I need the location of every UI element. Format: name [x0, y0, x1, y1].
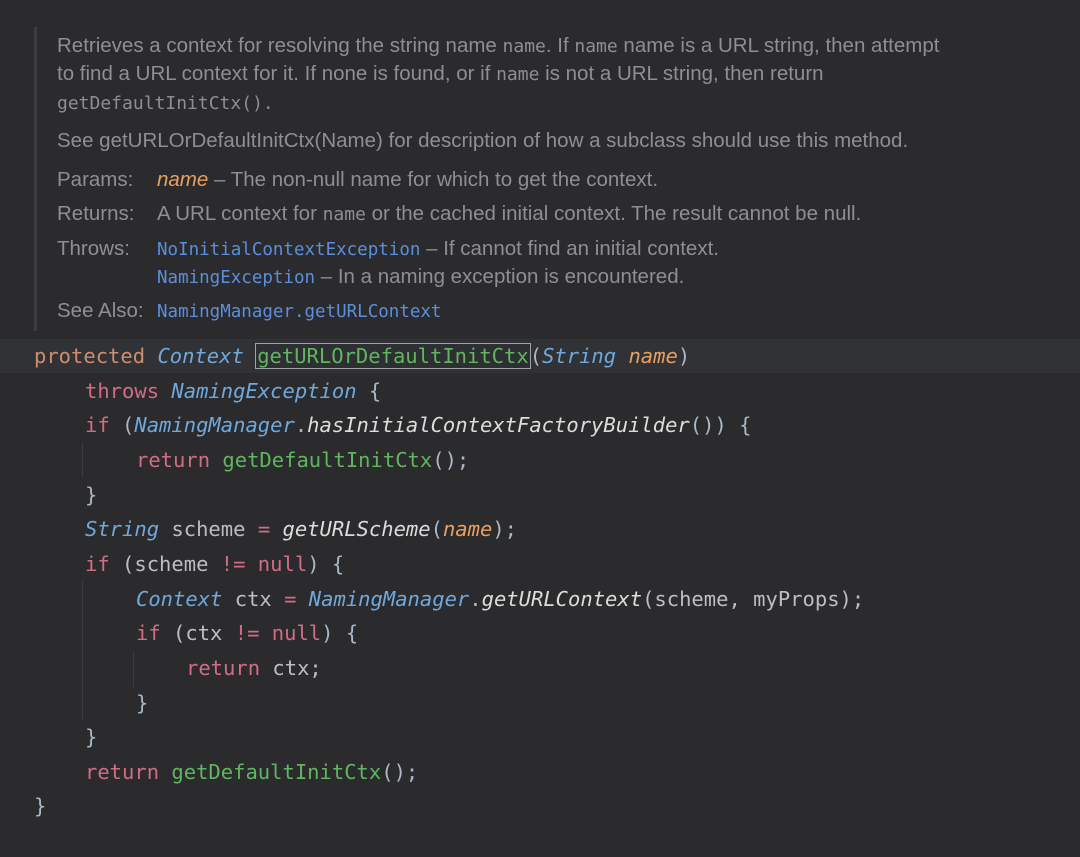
throws-value-2: NamingException – In a naming exception …	[157, 265, 685, 288]
javadoc-block: Retrieves a context for resolving the st…	[34, 27, 1077, 331]
param-name: name	[157, 168, 209, 191]
code-line-close-brace[interactable]: }	[0, 478, 1080, 512]
returns-label: Returns:	[57, 202, 135, 225]
returns-value: A URL context for name or the cached ini…	[157, 202, 862, 225]
link-naming-exception[interactable]: NamingException	[157, 268, 315, 288]
throws-value-1: NoInitialContextException – If cannot fi…	[157, 237, 719, 260]
code-line-return-default[interactable]: return getDefaultInitCtx();	[0, 443, 1080, 477]
code-line-return-ctx[interactable]: return ctx;	[0, 651, 1080, 685]
code-line-if-builder[interactable]: if (NamingManager.hasInitialContextFacto…	[0, 408, 1080, 442]
see-also-label: See Also:	[57, 299, 144, 322]
code-line-scheme[interactable]: String scheme = getURLScheme(name);	[0, 512, 1080, 546]
code-line-close-brace[interactable]: }	[0, 686, 1080, 720]
doc-description-line-2: to find a URL context for it. If none is…	[57, 62, 824, 85]
code-line-signature[interactable]: protected Context getURLOrDefaultInitCtx…	[0, 339, 1080, 373]
code-line-if-scheme[interactable]: if (scheme != null) {	[0, 547, 1080, 581]
doc-description-line-3: getDefaultInitCtx().	[57, 93, 274, 114]
params-value: name – The non-null name for which to ge…	[157, 168, 659, 191]
throws-label: Throws:	[57, 237, 130, 260]
see-also-value: NamingManager.getURLContext	[157, 297, 1057, 327]
method-name-highlight[interactable]: getURLOrDefaultInitCtx	[255, 343, 531, 369]
code-line-if-ctx[interactable]: if (ctx != null) {	[0, 616, 1080, 650]
code-line-return-default-final[interactable]: return getDefaultInitCtx();	[0, 755, 1080, 789]
code-line-ctx[interactable]: Context ctx = NamingManager.getURLContex…	[0, 582, 1080, 616]
code-line-method-close[interactable]: }	[0, 789, 1080, 823]
code-line-throws[interactable]: throws NamingException {	[0, 374, 1080, 408]
doc-see-description: See getURLOrDefaultInitCtx(Name) for des…	[57, 129, 909, 152]
link-naming-manager-get-url-context[interactable]: NamingManager.getURLContext	[157, 302, 441, 322]
params-label: Params:	[57, 168, 134, 191]
doc-description-line-1: Retrieves a context for resolving the st…	[57, 34, 940, 57]
link-no-initial-context-exception[interactable]: NoInitialContextException	[157, 240, 420, 260]
code-line-close-brace[interactable]: }	[0, 720, 1080, 754]
